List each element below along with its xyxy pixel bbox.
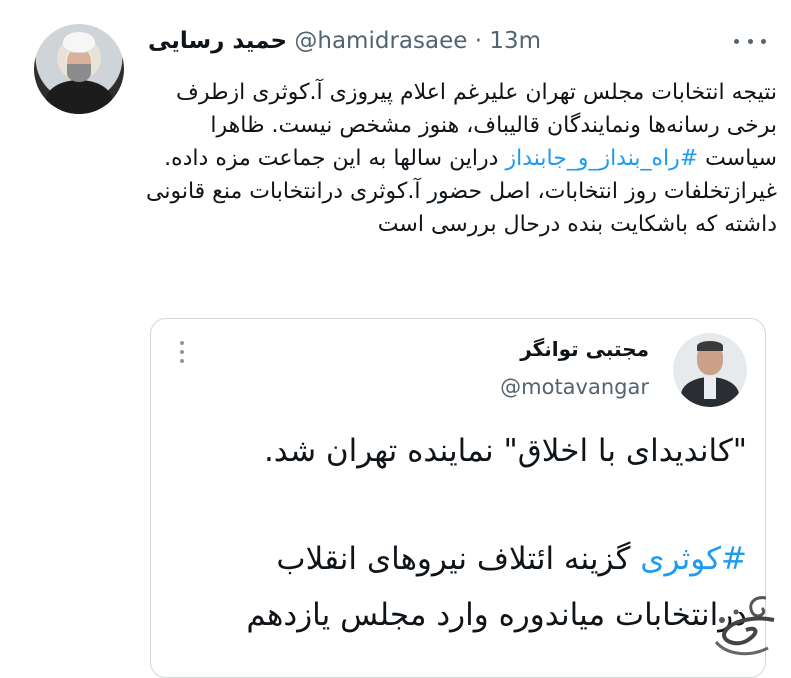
quoted-line: "کاندیدای با اخلاق" نماینده تهران شد. — [263, 433, 747, 469]
hashtag-link[interactable]: #کوثری — [640, 541, 747, 577]
quoted-text-segment: گزینه ائتلاف نیروهای انقلاب — [276, 541, 641, 577]
hashtag-link[interactable]: #راه_بنداز_و_جابنداز — [505, 146, 698, 171]
quoted-author-name[interactable]: مجتبی توانگر — [520, 337, 649, 361]
author-avatar[interactable] — [34, 24, 124, 114]
tweet-timestamp[interactable]: 13m — [489, 28, 541, 54]
more-vertical-icon[interactable] — [177, 341, 187, 363]
tweet-paragraph: غیرازتخلفات روز انتخابات، اصل حضور آ.کوث… — [145, 175, 777, 241]
tweet-text-segment: غیرازتخلفات روز انتخابات، اصل حضور آ.کوث… — [146, 179, 777, 237]
watermark-logo — [714, 596, 775, 656]
quoted-tweet-card[interactable]: مجتبی توانگر @motavangar "کاندیدای با اخ… — [150, 318, 766, 678]
separator-dot: · — [474, 28, 483, 54]
quoted-author-avatar[interactable] — [673, 333, 747, 407]
author-name[interactable]: حمید رسایی — [148, 28, 287, 54]
quoted-author-handle[interactable]: @motavangar — [500, 375, 649, 399]
quoted-line: #کوثری گزینه ائتلاف نیروهای انقلاب — [171, 531, 747, 587]
tweet-header: حمید رسایی @hamidrasaee · 13m — [148, 28, 578, 54]
quoted-line: درانتخابات میاندوره وارد مجلس یازدهم — [246, 597, 747, 633]
quoted-tweet-body: "کاندیدای با اخلاق" نماینده تهران شد. #ک… — [171, 423, 747, 643]
author-handle[interactable]: @hamidrasaee — [294, 28, 467, 54]
tweet-text-segment: دراین سالها به این جماعت مزه داده. — [164, 146, 506, 171]
tweet-body: نتیجه انتخابات مجلس تهران علیرغم اعلام پ… — [145, 76, 777, 241]
more-horizontal-icon[interactable] — [730, 30, 770, 52]
tweet-paragraph: نتیجه انتخابات مجلس تهران علیرغم اعلام پ… — [145, 76, 777, 175]
